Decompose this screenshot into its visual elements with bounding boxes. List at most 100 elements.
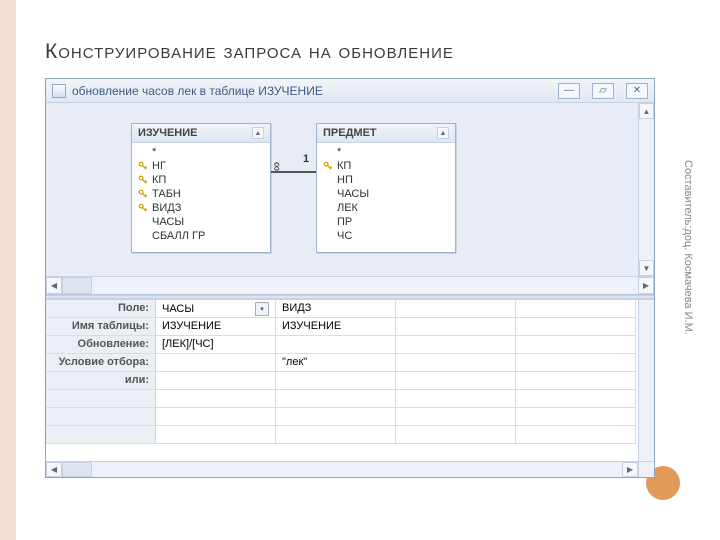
field-row[interactable]: * bbox=[317, 145, 455, 159]
blank-icon bbox=[138, 231, 148, 241]
grid-cell[interactable]: "лек" bbox=[276, 354, 396, 372]
table-predmet[interactable]: ПРЕДМЕТ ▲ *КПНПЧАСЫЛЕКПРЧС bbox=[316, 123, 456, 253]
slide-title: Конструирование запроса на обновление bbox=[45, 40, 454, 64]
diagram-pane[interactable]: ИЗУЧЕНИЕ ▲ *НГКПТАБНВИДЗЧАСЫСБАЛЛ ГР ПРЕ… bbox=[46, 103, 654, 295]
grid-cell[interactable] bbox=[396, 426, 516, 444]
cell-value: ЧАСЫ bbox=[162, 303, 194, 315]
grid-cell[interactable] bbox=[276, 408, 396, 426]
grid-row-label: или: bbox=[46, 372, 156, 390]
grid-cell[interactable]: [ЛЕК]/[ЧС] bbox=[156, 336, 276, 354]
dropdown-button[interactable]: ▾ bbox=[255, 302, 269, 316]
grid-cell[interactable] bbox=[516, 372, 636, 390]
grid-cell[interactable] bbox=[396, 354, 516, 372]
table-izuchenie[interactable]: ИЗУЧЕНИЕ ▲ *НГКП ТАБНВИДЗЧАСЫ СБАЛЛ ГР bbox=[131, 123, 271, 253]
grid-row-label: Имя таблицы: bbox=[46, 318, 156, 336]
scroll-left-icon[interactable]: ◀ bbox=[46, 462, 62, 477]
grid-cell[interactable] bbox=[276, 372, 396, 390]
grid-cell[interactable] bbox=[156, 426, 276, 444]
grid-cell[interactable] bbox=[396, 372, 516, 390]
field-row[interactable]: КП bbox=[317, 159, 455, 173]
scroll-down-icon[interactable]: ▼ bbox=[639, 260, 654, 276]
grid-cell[interactable] bbox=[156, 372, 276, 390]
grid-cell[interactable] bbox=[396, 300, 516, 318]
relationship-line[interactable] bbox=[271, 171, 316, 173]
key-icon bbox=[138, 161, 148, 171]
grid-cell[interactable]: ЧАСЫ ▾ bbox=[156, 300, 276, 318]
grid-cell[interactable] bbox=[516, 318, 636, 336]
grid-cell[interactable] bbox=[516, 354, 636, 372]
field-name: НП bbox=[337, 174, 353, 186]
scroll-up-icon[interactable]: ▲ bbox=[639, 103, 654, 119]
grid-cell[interactable] bbox=[396, 408, 516, 426]
grid-cell[interactable] bbox=[276, 336, 396, 354]
field-row[interactable]: ВИДЗ bbox=[132, 201, 270, 215]
field-name: * bbox=[337, 146, 341, 158]
scroll-up-icon[interactable]: ▲ bbox=[252, 127, 264, 139]
field-name: * bbox=[152, 146, 156, 158]
blank-icon bbox=[323, 175, 333, 185]
grid-cell[interactable] bbox=[156, 354, 276, 372]
grid-cell[interactable]: ИЗУЧЕНИЕ bbox=[156, 318, 276, 336]
grid-cell[interactable] bbox=[156, 390, 276, 408]
minimize-button[interactable]: — bbox=[558, 83, 580, 99]
field-row[interactable]: * bbox=[132, 145, 270, 159]
scroll-thumb[interactable] bbox=[62, 277, 92, 294]
field-row[interactable]: ПР bbox=[317, 215, 455, 229]
field-row[interactable]: НП bbox=[317, 173, 455, 187]
grid-cell[interactable] bbox=[276, 390, 396, 408]
field-row[interactable]: ЧАСЫ bbox=[132, 215, 270, 229]
grid-cell[interactable] bbox=[516, 336, 636, 354]
field-name: КП bbox=[152, 174, 166, 186]
field-row[interactable]: ЧАСЫ bbox=[317, 187, 455, 201]
app-icon bbox=[52, 84, 66, 98]
grid-h-scrollbar[interactable]: ◀ ▶ bbox=[46, 461, 638, 477]
grid-cell[interactable] bbox=[396, 336, 516, 354]
blank-icon bbox=[323, 189, 333, 199]
field-row[interactable]: СБАЛЛ ГР bbox=[132, 229, 270, 243]
scroll-up-icon[interactable]: ▲ bbox=[437, 127, 449, 139]
grid-cell[interactable] bbox=[276, 426, 396, 444]
scroll-right-icon[interactable]: ▶ bbox=[622, 462, 638, 477]
relationship-many-icon: ∞ bbox=[270, 162, 285, 171]
blank-icon bbox=[138, 147, 148, 157]
scroll-thumb[interactable] bbox=[62, 462, 92, 477]
field-row[interactable]: ЧС bbox=[317, 229, 455, 243]
field-row[interactable]: ТАБН bbox=[132, 187, 270, 201]
grid-cell[interactable]: ИЗУЧЕНИЕ bbox=[276, 318, 396, 336]
diagram-h-scrollbar[interactable]: ◀ ▶ bbox=[46, 276, 654, 294]
table-header[interactable]: ПРЕДМЕТ ▲ bbox=[317, 124, 455, 143]
grid-row-label bbox=[46, 390, 156, 408]
blank-icon bbox=[323, 203, 333, 213]
field-row[interactable]: НГ bbox=[132, 159, 270, 173]
grid-cell[interactable] bbox=[516, 426, 636, 444]
grid-cell[interactable] bbox=[516, 390, 636, 408]
query-designer-window: обновление часов лек в таблице ИЗУЧЕНИЕ … bbox=[45, 78, 655, 478]
titlebar: обновление часов лек в таблице ИЗУЧЕНИЕ … bbox=[46, 79, 654, 103]
blank-icon bbox=[323, 147, 333, 157]
field-name: ПР bbox=[337, 216, 352, 228]
table-name: ИЗУЧЕНИЕ bbox=[138, 127, 197, 139]
table-header[interactable]: ИЗУЧЕНИЕ ▲ bbox=[132, 124, 270, 143]
grid-cell[interactable] bbox=[396, 390, 516, 408]
field-name: СБАЛЛ ГР bbox=[152, 230, 205, 242]
close-button[interactable]: ✕ bbox=[626, 83, 648, 99]
scroll-left-icon[interactable]: ◀ bbox=[46, 277, 62, 294]
grid-cell[interactable] bbox=[516, 408, 636, 426]
grid-row-label: Обновление: bbox=[46, 336, 156, 354]
grid-cell[interactable] bbox=[156, 408, 276, 426]
field-name: ТАБН bbox=[152, 188, 181, 200]
diagram-v-scrollbar[interactable]: ▲ ▼ bbox=[638, 103, 654, 276]
design-grid: Поле:ЧАСЫ▾ВИДЗИмя таблицы:ИЗУЧЕНИЕИЗУЧЕН… bbox=[46, 299, 654, 477]
scroll-right-icon[interactable]: ▶ bbox=[638, 277, 654, 294]
blank-icon bbox=[323, 217, 333, 227]
grid-cell[interactable] bbox=[396, 318, 516, 336]
blank-icon bbox=[323, 231, 333, 241]
grid-cell[interactable] bbox=[516, 300, 636, 318]
field-row[interactable]: ЛЕК bbox=[317, 201, 455, 215]
grid-v-scrollbar[interactable] bbox=[638, 300, 654, 477]
field-row[interactable]: КП bbox=[132, 173, 270, 187]
maximize-button[interactable]: ▱ bbox=[592, 83, 614, 99]
field-name: ЧАСЫ bbox=[152, 216, 184, 228]
field-list: *КПНПЧАСЫЛЕКПРЧС bbox=[317, 143, 455, 245]
grid-cell[interactable]: ВИДЗ bbox=[276, 300, 396, 318]
